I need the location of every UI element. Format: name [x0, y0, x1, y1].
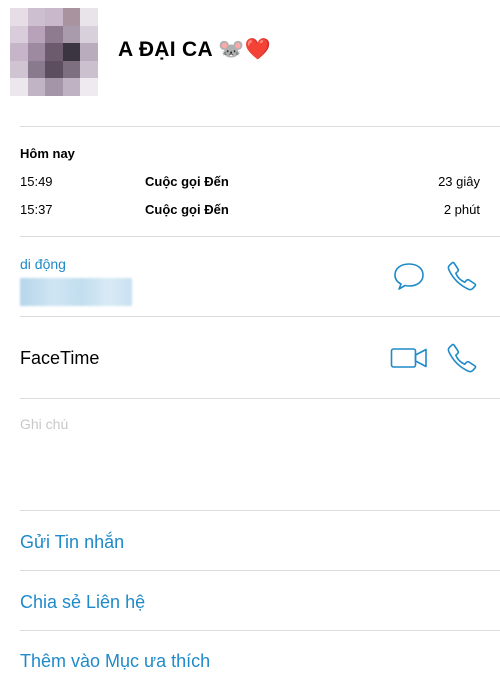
- divider: [20, 316, 500, 317]
- call-duration: 2 phút: [443, 202, 480, 217]
- divider: [20, 570, 500, 571]
- facetime-label: FaceTime: [20, 348, 100, 368]
- video-camera-icon[interactable]: [390, 344, 428, 372]
- phone-handset-icon[interactable]: [446, 260, 478, 292]
- speech-bubble-icon[interactable]: [392, 260, 426, 292]
- notes-field[interactable]: Ghi chú: [20, 416, 68, 432]
- call-row: 15:37 Cuộc gọi Đến 2 phút: [20, 202, 480, 220]
- add-to-favorites-button[interactable]: Thêm vào Mục ưa thích: [20, 651, 210, 672]
- call-type: Cuộc gọi Đến: [145, 174, 229, 189]
- phone-number-blurred[interactable]: [20, 278, 132, 306]
- recent-calls-title: Hôm nay: [20, 146, 75, 161]
- send-message-button[interactable]: Gửi Tin nhắn: [20, 532, 124, 553]
- mobile-label: di động: [20, 256, 66, 272]
- contact-name: A ĐẠI CA 🐭❤️: [118, 38, 272, 61]
- call-row: 15:49 Cuộc gọi Đến 23 giây: [20, 174, 480, 192]
- divider: [20, 630, 500, 631]
- share-contact-button[interactable]: Chia sẻ Liên hệ: [20, 592, 145, 613]
- call-type: Cuộc gọi Đến: [145, 202, 229, 217]
- divider: [20, 236, 500, 237]
- phone-handset-icon[interactable]: [446, 342, 478, 374]
- call-duration: 23 giây: [438, 174, 480, 189]
- divider: [20, 126, 500, 127]
- divider: [20, 398, 500, 399]
- call-time: 15:49: [20, 174, 53, 189]
- divider: [20, 510, 500, 511]
- call-time: 15:37: [20, 202, 53, 217]
- avatar: [10, 8, 98, 96]
